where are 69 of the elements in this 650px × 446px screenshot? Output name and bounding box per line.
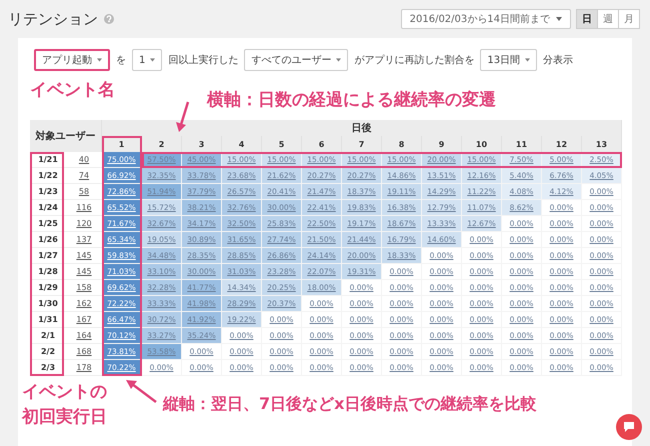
query-text: 分表示 (543, 54, 574, 67)
column-header: 6 (302, 136, 342, 152)
query-text: がアプリに再訪した割合を (354, 54, 474, 67)
caret-icon (525, 58, 530, 62)
column-header: 日後 (102, 120, 622, 136)
cohort-date: 2/3 (30, 360, 66, 376)
column-header: 5 (262, 136, 302, 152)
caret-icon (556, 17, 562, 21)
period-toggle[interactable]: 週 (597, 9, 619, 29)
cohort-date: 2/2 (30, 344, 66, 360)
user-count-link[interactable]: 158 (66, 280, 102, 296)
query-dropdown[interactable]: 13日間 (480, 49, 538, 71)
cohort-date: 1/24 (30, 200, 66, 216)
annotation-label: 初回実行日 (22, 406, 107, 428)
user-count-link[interactable]: 116 (66, 200, 102, 216)
cohort-date: 2/1 (30, 328, 66, 344)
user-count-link[interactable]: 137 (66, 232, 102, 248)
query-text: を (116, 54, 126, 67)
query-dropdown[interactable]: すべてのユーザー (244, 49, 348, 71)
column-header: 4 (222, 136, 262, 152)
page-title: リテンション (8, 10, 98, 28)
caret-icon (150, 58, 156, 62)
user-count-link[interactable]: 74 (66, 168, 102, 184)
user-count-link[interactable]: 120 (66, 216, 102, 232)
annotation-label: 横軸：日数の経過による継続率の変遷 (207, 89, 496, 111)
annotation-label: イベント名 (30, 79, 115, 101)
period-toggle[interactable]: 月 (618, 9, 640, 29)
cohort-date: 1/22 (30, 168, 66, 184)
column-header: 7 (342, 136, 382, 152)
column-header: 対象ユーザー (30, 120, 102, 152)
user-count-link[interactable]: 168 (66, 344, 102, 360)
column-header: 9 (422, 136, 462, 152)
user-count-link[interactable]: 164 (66, 328, 102, 344)
user-count-link[interactable]: 178 (66, 360, 102, 376)
column-header: 13 (582, 136, 622, 152)
annotation-label: イベントの (22, 381, 107, 403)
speech-bubble-icon (623, 421, 635, 433)
user-count-link[interactable]: 167 (66, 312, 102, 328)
cohort-date: 1/28 (30, 264, 66, 280)
user-count-link[interactable]: 145 (66, 248, 102, 264)
cohort-date: 1/31 (30, 312, 66, 328)
user-count-link[interactable]: 58 (66, 184, 102, 200)
date-range-dropdown[interactable]: 2016/02/03から14日間前まで (400, 9, 571, 29)
column-header: 2 (142, 136, 182, 152)
annotation-arrow (176, 102, 190, 132)
annotation-label: 縦軸：翌日、7日後などx日後時点での継続率を比較 (163, 394, 536, 415)
column-header: 11 (502, 136, 542, 152)
column-header: 8 (382, 136, 422, 152)
cohort-date: 1/23 (30, 184, 66, 200)
cohort-date: 1/26 (30, 232, 66, 248)
period-toggle[interactable]: 日 (576, 9, 598, 29)
user-count-link[interactable]: 40 (66, 152, 102, 168)
annotation-arrow (126, 380, 156, 402)
column-header: 10 (462, 136, 502, 152)
user-count-link[interactable]: 145 (66, 264, 102, 280)
column-header: 12 (542, 136, 582, 152)
user-count-link[interactable]: 162 (66, 296, 102, 312)
caret-icon (336, 58, 342, 62)
chat-button[interactable] (616, 414, 642, 440)
query-text: 回以上実行した (168, 54, 238, 67)
cohort-date: 1/29 (30, 280, 66, 296)
cohort-date: 1/25 (30, 216, 66, 232)
cohort-date: 1/27 (30, 248, 66, 264)
caret-icon (97, 58, 102, 62)
query-dropdown[interactable]: アプリ起動 (34, 49, 110, 71)
column-header: 3 (182, 136, 222, 152)
query-dropdown[interactable]: 1 (132, 49, 162, 71)
cohort-date: 1/30 (30, 296, 66, 312)
cohort-date: 1/21 (30, 152, 66, 168)
